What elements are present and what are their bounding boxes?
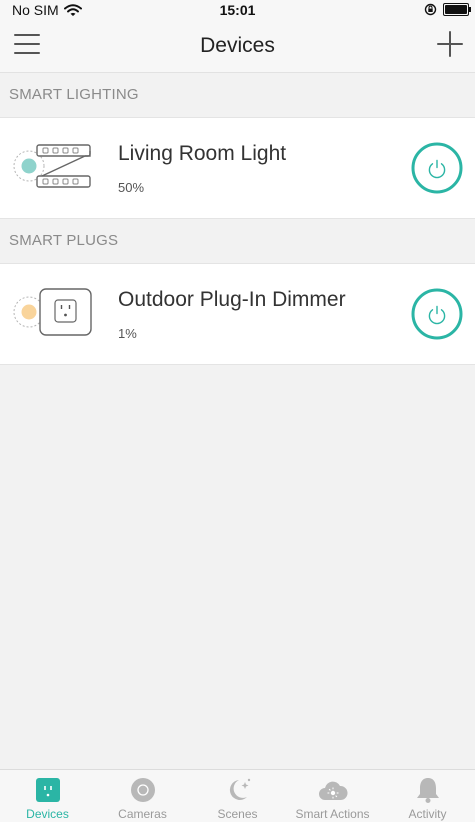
bell-icon [416,778,439,803]
tab-label: Activity [408,807,447,821]
cloud-sun-icon [318,781,348,800]
orientation-lock-icon [424,3,437,16]
devices-icon [35,778,60,802]
tab-scenes[interactable]: Scenes [190,770,285,822]
device-name: Living Room Light [118,142,287,165]
camera-icon [130,778,155,802]
section-header-smart-plugs: SMART PLUGS [0,219,475,263]
light-strip-icon [13,144,91,188]
tab-cameras[interactable]: Cameras [95,770,190,822]
tab-smart-actions[interactable]: Smart Actions [285,770,380,822]
plus-icon [437,31,463,57]
tab-activity[interactable]: Activity [380,770,475,822]
page-title: Devices [200,34,275,57]
power-toggle-button[interactable] [411,288,463,340]
status-time: 15:01 [219,2,256,18]
device-brightness: 1% [118,326,137,341]
status-bar: No SIM 15:01 [0,0,475,20]
device-brightness: 50% [118,180,145,195]
app: No SIM 15:01 Devices SMART LIGHTING Livi… [0,0,475,822]
nav-bar: Devices [0,20,475,73]
tab-label: Scenes [217,807,258,821]
tab-label: Cameras [118,807,167,821]
section-header-smart-lighting: SMART LIGHTING [0,73,475,117]
tab-bar: Devices Cameras Scenes Smart Actions Act… [0,769,475,822]
power-toggle-button[interactable] [411,142,463,194]
device-row-living-room-light[interactable]: Living Room Light 50% [0,117,475,219]
device-list: SMART LIGHTING Living Room Light 50% SMA… [0,73,475,365]
tab-devices[interactable]: Devices [0,770,95,822]
device-row-outdoor-plug-in-dimmer[interactable]: Outdoor Plug-In Dimmer 1% [0,263,475,365]
tab-label: Devices [26,807,69,821]
device-name: Outdoor Plug-In Dimmer [118,288,346,311]
status-right [424,3,471,16]
moon-stars-icon [229,778,250,800]
add-device-button[interactable] [433,27,467,61]
plug-icon [13,288,92,336]
tab-label: Smart Actions [295,807,370,821]
battery-icon [443,3,471,16]
